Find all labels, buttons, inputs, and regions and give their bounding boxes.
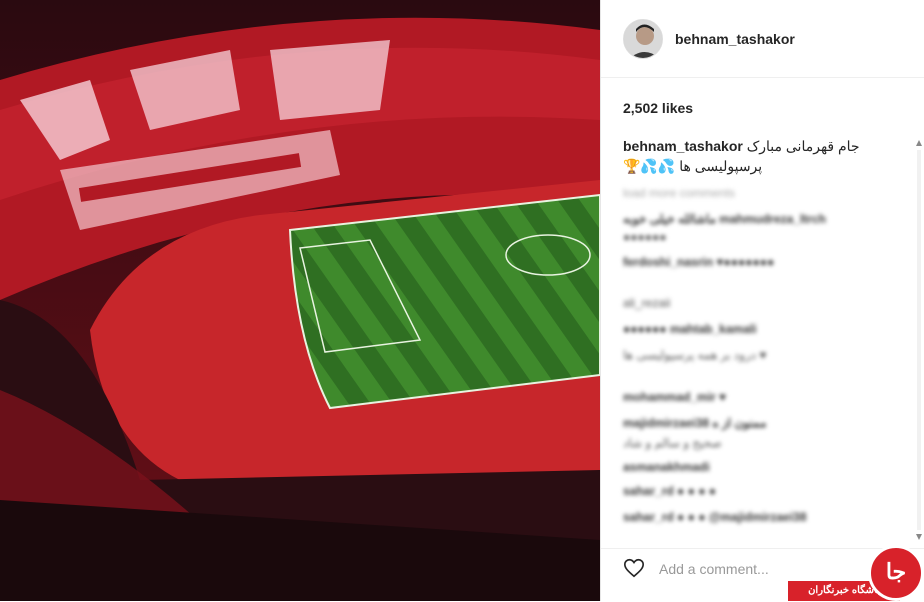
comments-scrollbar[interactable] [916,140,922,545]
comment-line: sahar_rd ● ● ● ● [623,484,717,498]
caption-text-line2: 🏆💦💦 پرسپولیسی ها [623,158,763,174]
watermark-logo: باشگاه خبرنگاران جا [788,543,924,601]
post-header: behnam_tashakor [601,0,924,78]
comment-line: asmanakhmadi [623,460,710,474]
caption-username[interactable]: behnam_tashakor [623,138,743,154]
heart-icon[interactable] [623,557,645,584]
comment-line: صحیح و سالم و شاد [623,436,722,450]
likes-count[interactable]: 2,502 likes [623,100,693,116]
scroll-arrows-icon [916,140,922,540]
stadium-image [0,0,600,601]
comment-line: majidmirzaei38 ممنون از ه [623,416,767,430]
add-comment-input[interactable]: Add a comment... [659,561,769,577]
caption-text-line1: جام قهرمانی مبارک [746,138,860,154]
username-link[interactable]: behnam_tashakor [675,31,795,47]
caption: behnam_tashakor جام قهرمانی مبارک 🏆💦💦 پر… [623,136,903,176]
comment-line: ●●●●●● [623,230,667,244]
post-sidebar: behnam_tashakor 2,502 likes behnam_tasha… [600,0,924,601]
comment-line: mohammad_mir ♥ [623,390,727,404]
post-photo[interactable] [0,0,600,601]
comment-line: ali_rezaii [623,296,671,310]
load-more-comments[interactable]: load more comments [623,186,735,200]
comment-line: ●●●●●● mahtab_kamali [623,322,757,336]
comment-line: درود بر همه پرسپولیسی ها ♥ [623,348,767,362]
comment-line: ماشالله خیلی خوبه mahmudreza_ltrch [623,212,826,226]
avatar[interactable] [623,18,663,59]
comment-line: ferdoshi_nasrin ♥●●●●●●● [623,255,775,269]
comment-line: sahar_rd ● ● ● @majidmirzaei38 [623,510,807,524]
avatar-icon [624,19,662,58]
watermark-glyph: جا [868,545,924,601]
